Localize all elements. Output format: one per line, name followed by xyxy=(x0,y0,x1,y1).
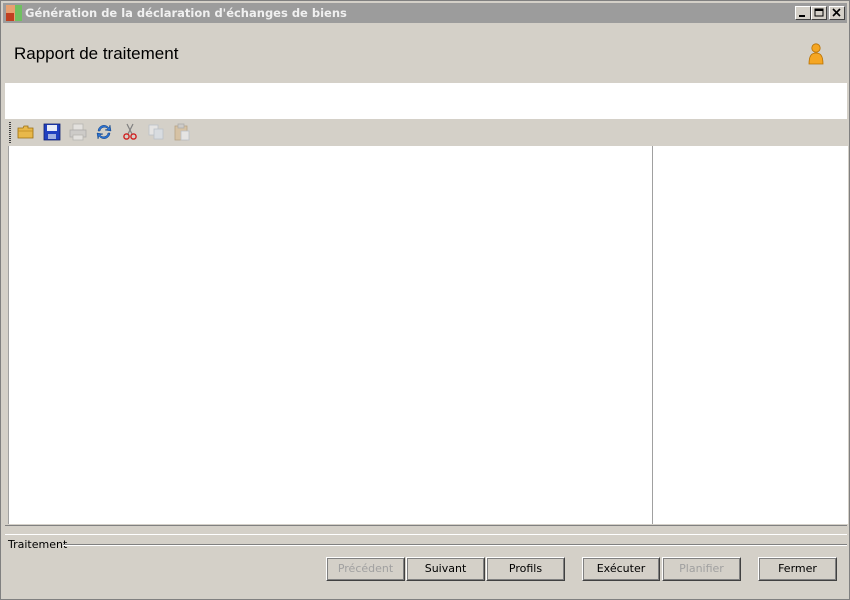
progress-bar xyxy=(5,525,847,535)
header: Rapport de traitement xyxy=(3,23,847,83)
app-icon xyxy=(6,5,22,21)
minimize-button[interactable] xyxy=(795,6,811,20)
paste-icon[interactable] xyxy=(173,123,191,141)
report-content-pane[interactable] xyxy=(8,146,652,524)
close-window-button[interactable] xyxy=(829,6,845,20)
execute-button[interactable]: Exécuter xyxy=(582,557,660,581)
toolbar-grip[interactable] xyxy=(9,122,11,143)
application-window: Génération de la déclaration d'échanges … xyxy=(0,0,850,600)
title-bar[interactable]: Génération de la déclaration d'échanges … xyxy=(3,3,847,23)
close-button[interactable]: Fermer xyxy=(758,557,837,581)
report-side-pane[interactable] xyxy=(652,146,848,524)
print-icon[interactable] xyxy=(69,123,87,141)
cut-icon[interactable] xyxy=(121,123,139,141)
maximize-icon xyxy=(814,8,824,17)
save-icon[interactable] xyxy=(43,123,61,141)
status-group-label: Traitement xyxy=(8,538,68,551)
page-title: Rapport de traitement xyxy=(14,44,179,63)
close-icon xyxy=(832,8,841,17)
window-title: Génération de la déclaration d'échanges … xyxy=(25,6,347,20)
minimize-icon xyxy=(799,15,805,17)
schedule-button[interactable]: Planifier xyxy=(662,557,741,581)
copy-icon[interactable] xyxy=(147,123,165,141)
profiles-button[interactable]: Profils xyxy=(486,557,565,581)
toolbar xyxy=(5,120,847,145)
refresh-icon[interactable] xyxy=(95,123,113,141)
description-area xyxy=(5,83,847,119)
user-icon xyxy=(808,43,824,65)
open-folder-icon[interactable] xyxy=(17,123,35,141)
next-button[interactable]: Suivant xyxy=(406,557,485,581)
previous-button[interactable]: Précédent xyxy=(326,557,405,581)
maximize-button[interactable] xyxy=(811,6,827,20)
status-divider xyxy=(63,544,847,546)
